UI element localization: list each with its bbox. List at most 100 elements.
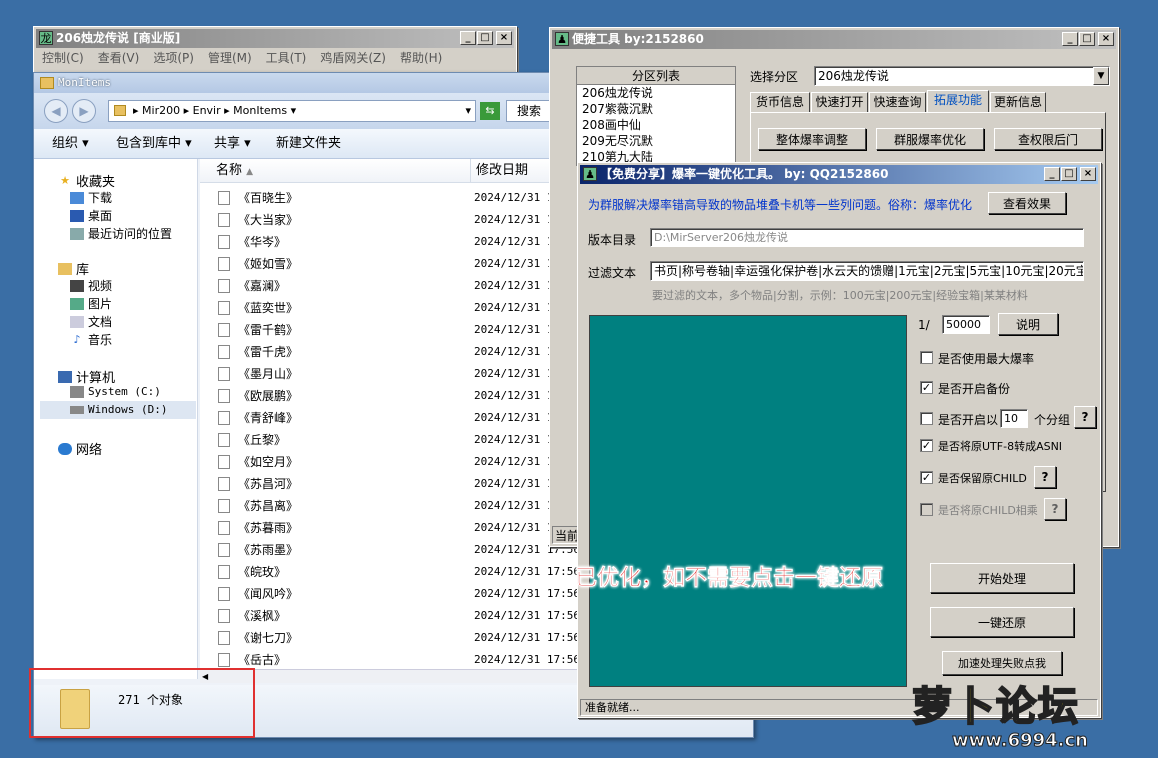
file-row[interactable]: 《欧展鹏》 2024/12/31 1 xyxy=(200,385,578,407)
file-row[interactable]: 《溪枫》 2024/12/31 17:56 xyxy=(200,605,578,627)
tab-quick-query[interactable]: 快速查询 xyxy=(869,92,926,112)
file-row[interactable]: 《闻风吟》 2024/12/31 17:56 xyxy=(200,583,578,605)
sidebar-item-downloads[interactable]: 下载 xyxy=(70,189,112,206)
group-count-field[interactable]: 10 xyxy=(1000,409,1028,428)
sidebar-network[interactable]: 网络 xyxy=(58,439,102,458)
maximize-icon[interactable]: □ xyxy=(1061,167,1077,181)
menu-options[interactable]: 选项(P) xyxy=(153,49,194,67)
quick-tool-titlebar[interactable]: ♟ 便捷工具 by:2152860 _ □ × xyxy=(552,30,1116,49)
crumb-mir200[interactable]: Mir200 xyxy=(142,104,180,117)
server-item[interactable]: 206烛龙传说 xyxy=(577,85,735,101)
main-window-titlebar[interactable]: 龙 206烛龙传说 [商业版] _ □ × xyxy=(36,29,514,48)
sidebar-item-recent[interactable]: 最近访问的位置 xyxy=(70,225,172,242)
file-row[interactable]: 《雷千鹤》 2024/12/31 1 xyxy=(200,319,578,341)
max-rate-checkbox[interactable] xyxy=(920,351,933,364)
file-row[interactable]: 《华岑》 2024/12/31 1 xyxy=(200,231,578,253)
share-button[interactable]: 共享 ▾ xyxy=(214,129,251,159)
maximize-icon[interactable]: □ xyxy=(1079,32,1095,46)
file-row[interactable]: 《丘黎》 2024/12/31 1 xyxy=(200,429,578,451)
minimize-icon[interactable]: _ xyxy=(1044,167,1060,181)
file-row[interactable]: 《苏昌离》 2024/12/31 1 xyxy=(200,495,578,517)
keep-child-help-button[interactable]: ? xyxy=(1034,466,1056,488)
backup-checkbox[interactable]: ✓ xyxy=(920,381,933,394)
grouping-checkbox[interactable] xyxy=(920,412,933,425)
version-dir-field[interactable]: D:\MirServer206烛龙传说 xyxy=(650,228,1084,247)
minimize-icon[interactable]: _ xyxy=(1062,32,1078,46)
menu-control[interactable]: 控制(C) xyxy=(42,49,84,67)
menu-manage[interactable]: 管理(M) xyxy=(208,49,252,67)
sidebar-item-desktop[interactable]: 桌面 xyxy=(70,207,112,224)
column-date[interactable]: 修改日期 xyxy=(476,159,528,183)
close-icon[interactable]: × xyxy=(1098,32,1114,46)
grouping-help-button[interactable]: ? xyxy=(1074,406,1096,428)
new-folder-button[interactable]: 新建文件夹 xyxy=(276,129,341,159)
close-icon[interactable]: × xyxy=(1080,167,1096,181)
file-row[interactable]: 《苏雨墨》 2024/12/31 17:56 xyxy=(200,539,578,561)
utf8-convert-checkbox[interactable]: ✓ xyxy=(920,439,933,452)
include-library-button[interactable]: 包含到库中 ▾ xyxy=(116,129,192,159)
tab-updates[interactable]: 更新信息 xyxy=(990,92,1046,112)
address-bar[interactable]: ▸ Mir200 ▸ Envir ▸ MonItems ▾ ▾ xyxy=(108,100,476,122)
file-row[interactable]: 《青舒峰》 2024/12/31 1 xyxy=(200,407,578,429)
chevron-down-icon[interactable]: ▼ xyxy=(1093,67,1109,85)
one-click-restore-button[interactable]: 一键还原 xyxy=(930,607,1074,637)
file-row[interactable]: 《百晓生》 2024/12/31 1 xyxy=(200,187,578,209)
file-row[interactable]: 《姬如雪》 2024/12/31 1 xyxy=(200,253,578,275)
tab-quick-open[interactable]: 快速打开 xyxy=(811,92,868,112)
check-backdoor-button[interactable]: 查权限后门 xyxy=(994,128,1102,150)
sidebar-item-documents[interactable]: 文档 xyxy=(70,313,112,330)
horizontal-scrollbar[interactable]: ◀ xyxy=(200,669,578,683)
sidebar-item-drive-c[interactable]: System (C:) xyxy=(70,385,161,398)
maximize-icon[interactable]: □ xyxy=(477,31,493,45)
menu-tools[interactable]: 工具(T) xyxy=(266,49,307,67)
back-button[interactable]: ◀ xyxy=(44,99,68,123)
view-effect-button[interactable]: 查看效果 xyxy=(988,192,1066,214)
file-row[interactable]: 《雷千虎》 2024/12/31 1 xyxy=(200,341,578,363)
group-rate-optimize-button[interactable]: 群服爆率优化 xyxy=(876,128,984,150)
close-icon[interactable]: × xyxy=(496,31,512,45)
crumb-envir[interactable]: Envir xyxy=(193,104,221,117)
multiply-child-help-button[interactable]: ? xyxy=(1044,498,1066,520)
forward-button[interactable]: ▶ xyxy=(72,99,96,123)
overall-rate-adjust-button[interactable]: 整体爆率调整 xyxy=(758,128,866,150)
file-row[interactable]: 《蓝奕世》 2024/12/31 1 xyxy=(200,297,578,319)
organize-button[interactable]: 组织 ▾ xyxy=(52,129,89,159)
file-row[interactable]: 《苏暮雨》 2024/12/31 1 xyxy=(200,517,578,539)
sidebar-item-pictures[interactable]: 图片 xyxy=(70,295,112,312)
file-row[interactable]: 《皖玫》 2024/12/31 17:56 xyxy=(200,561,578,583)
server-item[interactable]: 209无尽沉默 xyxy=(577,133,735,149)
sidebar-computer[interactable]: 计算机 xyxy=(58,367,115,386)
file-row[interactable]: 《大当家》 2024/12/31 1 xyxy=(200,209,578,231)
file-row[interactable]: 《嘉澜》 2024/12/31 1 xyxy=(200,275,578,297)
ratio-field[interactable]: 50000 xyxy=(942,315,990,334)
dropdown-arrow-icon[interactable]: ▾ xyxy=(465,101,471,121)
keep-child-checkbox[interactable]: ✓ xyxy=(920,471,933,484)
filter-text-field[interactable]: 书页|称号卷轴|幸运强化保护卷|水云天的馈赠|1元宝|2元宝|5元宝|10元宝|… xyxy=(650,261,1084,281)
sidebar-item-videos[interactable]: 视频 xyxy=(70,277,112,294)
file-row[interactable]: 《谢七刀》 2024/12/31 17:56 xyxy=(200,627,578,649)
sidebar-item-drive-d[interactable]: Windows (D:) xyxy=(70,403,167,416)
server-item[interactable]: 207紫薇沉默 xyxy=(577,101,735,117)
server-listbox[interactable]: 分区列表 206烛龙传说 207紫薇沉默 208画中仙 209无尽沉默 210第… xyxy=(576,66,736,166)
sidebar-item-music[interactable]: ♪ 音乐 xyxy=(70,331,112,348)
file-row[interactable]: 《苏昌河》 2024/12/31 1 xyxy=(200,473,578,495)
file-row[interactable]: 《岳古》 2024/12/31 17:56 xyxy=(200,649,578,669)
opt-tool-titlebar[interactable]: ♟ 【免费分享】爆率一键优化工具。 by: QQ2152860 _ □ × xyxy=(580,165,1098,184)
sidebar-library[interactable]: 库 xyxy=(58,259,89,278)
column-name[interactable]: 名称 ▲ xyxy=(216,159,253,184)
file-row[interactable]: 《如空月》 2024/12/31 1 xyxy=(200,451,578,473)
explain-button[interactable]: 说明 xyxy=(998,313,1058,335)
server-select[interactable]: 206烛龙传说 ▼ xyxy=(814,66,1110,86)
menu-view[interactable]: 查看(V) xyxy=(98,49,140,67)
tab-extensions[interactable]: 拓展功能 xyxy=(927,90,989,112)
minimize-icon[interactable]: _ xyxy=(460,31,476,45)
multiply-child-checkbox[interactable] xyxy=(920,503,933,516)
menu-help[interactable]: 帮助(H) xyxy=(400,49,442,67)
server-item[interactable]: 208画中仙 xyxy=(577,117,735,133)
file-row[interactable]: 《墨月山》 2024/12/31 1 xyxy=(200,363,578,385)
menu-gateway[interactable]: 鸡盾网关(Z) xyxy=(320,49,386,67)
tab-currency[interactable]: 货币信息 xyxy=(750,92,810,112)
refresh-icon[interactable]: ⇆ xyxy=(480,102,500,120)
sidebar-favorites[interactable]: ★ 收藏夹 xyxy=(58,171,115,190)
output-panel[interactable] xyxy=(589,315,907,687)
